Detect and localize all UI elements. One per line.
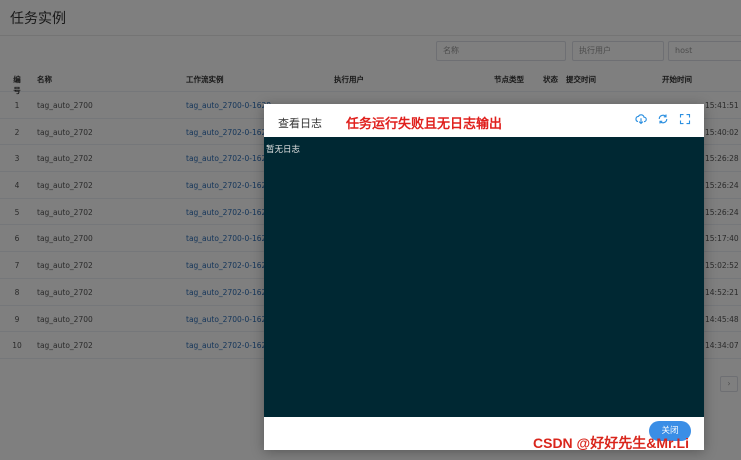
log-text: 暂无日志 <box>266 145 301 155</box>
refresh-icon[interactable] <box>656 113 670 127</box>
fullscreen-icon[interactable] <box>678 113 692 127</box>
dialog-header: 查看日志 任务运行失败且无日志输出 <box>264 104 704 137</box>
dialog-annotation: 任务运行失败且无日志输出 <box>346 117 503 132</box>
dialog-title: 查看日志 <box>278 117 322 130</box>
download-icon[interactable] <box>634 113 648 127</box>
watermark: CSDN @好好先生&Mr.Li <box>533 435 689 451</box>
log-content: 暂无日志 <box>264 137 704 417</box>
log-dialog: 查看日志 任务运行失败且无日志输出 暂无日志 关闭 <box>264 104 704 450</box>
